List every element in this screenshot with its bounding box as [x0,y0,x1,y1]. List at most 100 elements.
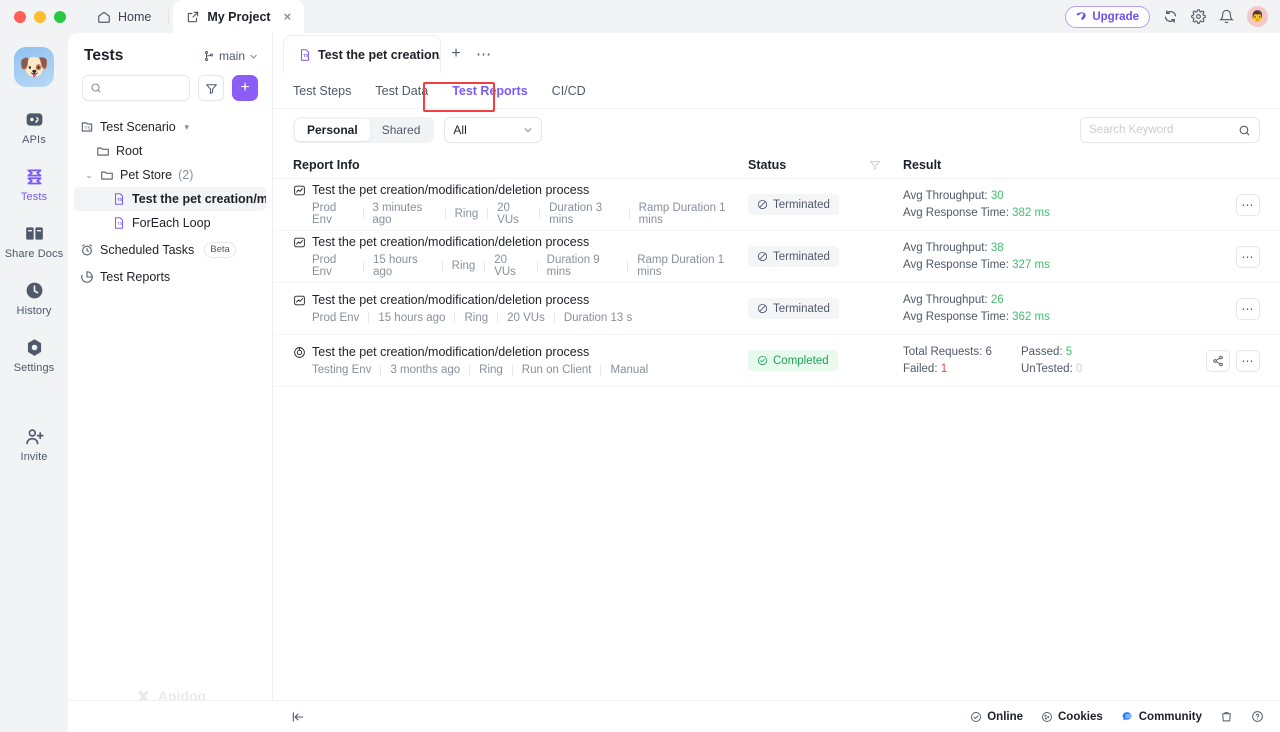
chevron-down-icon[interactable]: ▾ [182,122,192,133]
add-test-button[interactable]: + [232,75,258,101]
tree-item-test-scenario[interactable]: TS Test Scenario ▾ [74,115,266,139]
report-title-text: Test the pet creation/modification/delet… [312,345,590,359]
sidebar-item-apis[interactable]: APIs [0,109,68,146]
maximize-window-button[interactable] [54,10,66,23]
performance-report-icon [293,236,306,249]
row-actions: ⋯ [1236,245,1260,268]
document-tabstrip: TS Test the pet creation/ + ⋯ [273,33,1280,73]
tab-cicd[interactable]: CI/CD [552,73,586,109]
minimize-window-button[interactable] [34,10,46,23]
table-row[interactable]: Test the pet creation/modification/delet… [273,231,1280,283]
report-status-cell: Terminated [748,298,903,319]
tree-item-pet-store[interactable]: ⌄ Pet Store (2) [74,163,266,187]
report-title-text: Test the pet creation/modification/delet… [312,293,590,307]
status-cookies[interactable]: Cookies [1041,711,1103,723]
workspace-avatar-emoji: 🐶 [19,53,49,81]
table-row[interactable]: Test the pet creation/modification/delet… [273,335,1280,387]
status-online[interactable]: Online [970,711,1023,723]
tree-item-test-reports[interactable]: Test Reports [74,265,266,289]
meta-time: 3 months ago [390,364,461,376]
chevron-down-icon[interactable]: ⌄ [84,170,94,181]
meta-mode: Ring [479,364,503,376]
meta-ramp: Ramp Duration 1 mins [637,254,725,278]
branch-selector[interactable]: main [203,49,258,63]
more-icon[interactable]: ⋯ [1236,349,1260,372]
workspace-avatar[interactable]: 🐶 [14,47,54,87]
table-row[interactable]: Test the pet creation/modification/delet… [273,283,1280,335]
gear-icon[interactable] [1191,9,1206,24]
new-tab-button[interactable]: + [443,38,469,70]
status-badge: Terminated [748,246,839,267]
meta-duration: Duration 9 mins [546,254,600,278]
type-filter-select[interactable]: All [444,117,543,143]
window-tab-my-project[interactable]: My Project × [173,0,305,33]
segment-shared[interactable]: Shared [370,119,433,141]
tab-cicd-label: CI/CD [551,83,586,98]
refresh-icon[interactable] [1163,9,1178,24]
more-icon[interactable]: ⋯ [1236,297,1260,320]
report-title[interactable]: Test the pet creation/modification/delet… [293,235,748,249]
report-result-cell: Total Requests: 6 Passed: 5 Failed: 1 Un… [903,344,1206,378]
help-icon[interactable] [1251,710,1264,723]
tree-item-root[interactable]: Root [74,139,266,163]
share-icon[interactable] [1206,349,1230,372]
search-icon[interactable] [1238,124,1251,137]
meta-time: 15 hours ago [373,254,418,278]
tree-item-scheduled-tasks[interactable]: Scheduled Tasks Beta [74,238,266,262]
close-tab-icon[interactable]: × [284,10,292,23]
tab-test-reports[interactable]: Test Reports [452,73,527,109]
online-icon [970,711,982,723]
report-title[interactable]: Test the pet creation/modification/delet… [293,293,748,307]
report-result-cell: Avg Throughput: 30 Avg Response Time: 38… [903,188,1236,222]
avatar-face: 👨 [1250,11,1265,23]
sidebar-item-share-docs[interactable]: Share Docs [0,223,68,260]
search-input[interactable] [82,75,190,101]
tab-test-steps[interactable]: Test Steps [293,73,351,109]
report-title-text: Test the pet creation/modification/delet… [312,235,590,249]
tree-item-test-the-pet-creation[interactable]: TS Test the pet creation/mo [74,187,266,211]
collapse-panel-button[interactable] [273,710,305,724]
meta-vus: 20 VUs [494,254,516,278]
report-title[interactable]: Test the pet creation/modification/delet… [293,183,748,197]
result-value: 26 [990,293,1004,306]
trash-icon[interactable] [1220,710,1233,723]
more-icon[interactable]: ⋯ [1236,193,1260,216]
ts-file-icon: TS [112,192,126,206]
status-cookies-label: Cookies [1058,710,1103,723]
row-actions: ⋯ [1236,193,1260,216]
sidebar-item-history[interactable]: History [0,280,68,317]
table-row[interactable]: Test the pet creation/modification/delet… [273,179,1280,231]
report-info-cell: Test the pet creation/modification/delet… [293,345,748,376]
segment-personal[interactable]: Personal [295,119,370,141]
bell-icon[interactable] [1219,9,1234,24]
keyword-search-input[interactable]: Search Keyword [1080,117,1260,143]
tab-overflow-button[interactable]: ⋯ [471,38,497,70]
tab-test-data-label: Test Data [375,83,429,98]
sidebar-item-invite-label: Invite [20,451,48,463]
user-avatar[interactable]: 👨 [1247,6,1268,27]
history-icon [24,280,45,301]
report-icon [80,270,94,284]
sidebar-item-invite[interactable]: Invite [0,426,68,463]
result-line: Avg Response Time: 382 ms [903,205,1236,222]
upgrade-button[interactable]: Upgrade [1065,5,1150,28]
more-icon[interactable]: ⋯ [1236,245,1260,268]
close-window-button[interactable] [14,10,26,23]
status-community[interactable]: Community [1121,710,1202,723]
tree-item-foreach-loop[interactable]: TS ForEach Loop [74,211,266,235]
result-value: 30 [990,189,1004,202]
status-badge: Terminated [748,298,839,319]
sidebar-item-tests[interactable]: Tests [0,166,68,203]
sidebar-item-settings[interactable]: Settings [0,337,68,374]
document-tab-active[interactable]: TS Test the pet creation/ [283,35,441,73]
forbidden-icon [757,303,768,314]
tree-item-pet-store-label: Pet Store [120,168,173,182]
status-filter-icon[interactable] [869,159,881,171]
window-tab-home[interactable]: Home [84,2,164,31]
filter-button[interactable] [198,75,224,101]
window-traffic-lights [0,10,66,23]
report-title[interactable]: Test the pet creation/modification/delet… [293,345,748,359]
tab-test-data[interactable]: Test Data [375,73,428,109]
result-key: Avg Throughput: [903,189,988,202]
tree-item-test-scenario-label: Test Scenario [100,120,176,134]
